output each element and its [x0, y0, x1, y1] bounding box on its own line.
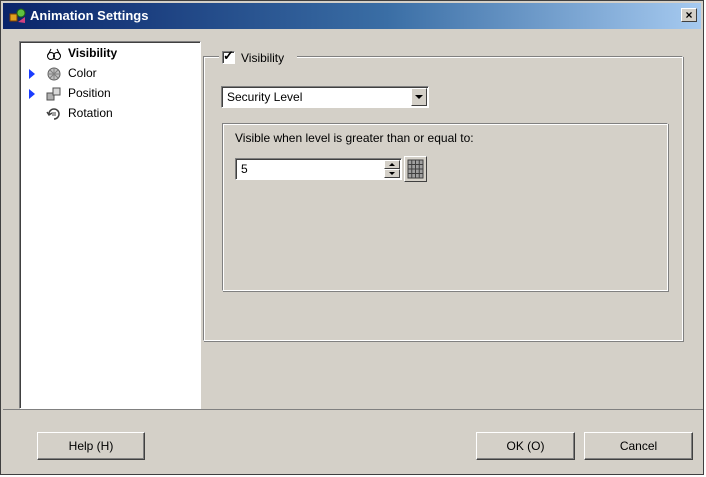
level-value: 5	[241, 162, 248, 176]
check-mark-icon: ✓	[223, 48, 234, 63]
glasses-icon	[47, 48, 61, 60]
tree-item-visibility[interactable]: Visibility	[20, 44, 198, 64]
spin-up-icon[interactable]	[384, 160, 400, 169]
tree-item-label: Position	[68, 86, 111, 100]
position-blocks-icon	[46, 87, 61, 101]
cancel-button[interactable]: Cancel	[584, 432, 693, 460]
tree-item-color[interactable]: Color	[20, 64, 198, 84]
keypad-icon	[407, 159, 424, 179]
close-icon: ×	[685, 8, 693, 22]
visibility-checkbox[interactable]: ✓	[222, 48, 235, 64]
visibility-checkbox-label: Visibility	[241, 51, 285, 65]
keypad-button[interactable]	[404, 156, 427, 182]
help-button[interactable]: Help (H)	[37, 432, 145, 460]
app-icon	[9, 8, 26, 23]
tree-item-rotation[interactable]: Rotation	[20, 104, 198, 124]
expand-arrow-icon[interactable]	[29, 69, 35, 79]
title-bar: Animation Settings ×	[3, 3, 701, 29]
tree-item-label: Rotation	[68, 106, 113, 120]
level-input[interactable]: 5	[235, 158, 402, 180]
select-value: Security Level	[227, 90, 303, 104]
visibility-mode-select[interactable]: Security Level	[221, 86, 429, 108]
expand-arrow-icon[interactable]	[29, 89, 35, 99]
close-button[interactable]: ×	[681, 8, 697, 22]
footer-divider	[3, 409, 703, 410]
spin-down-icon[interactable]	[384, 169, 400, 178]
ok-button[interactable]: OK (O)	[476, 432, 575, 460]
level-spinner[interactable]	[384, 160, 400, 178]
rotation-icon	[46, 108, 60, 120]
condition-label: Visible when level is greater than or eq…	[235, 131, 474, 145]
tree-item-position[interactable]: Position	[20, 84, 198, 104]
window-title: Animation Settings	[30, 8, 149, 23]
tree-item-label: Visibility	[68, 46, 118, 60]
animation-category-tree[interactable]: Visibility Color Position Rotation	[19, 41, 201, 409]
visibility-checkbox-row[interactable]: ✓ Visibility	[219, 48, 297, 66]
color-wheel-icon	[47, 67, 61, 81]
tree-item-label: Color	[68, 66, 97, 80]
chevron-down-icon[interactable]	[411, 88, 427, 106]
animation-settings-dialog: Animation Settings × Visibility Color Po…	[0, 0, 704, 475]
level-condition-group	[222, 123, 668, 291]
